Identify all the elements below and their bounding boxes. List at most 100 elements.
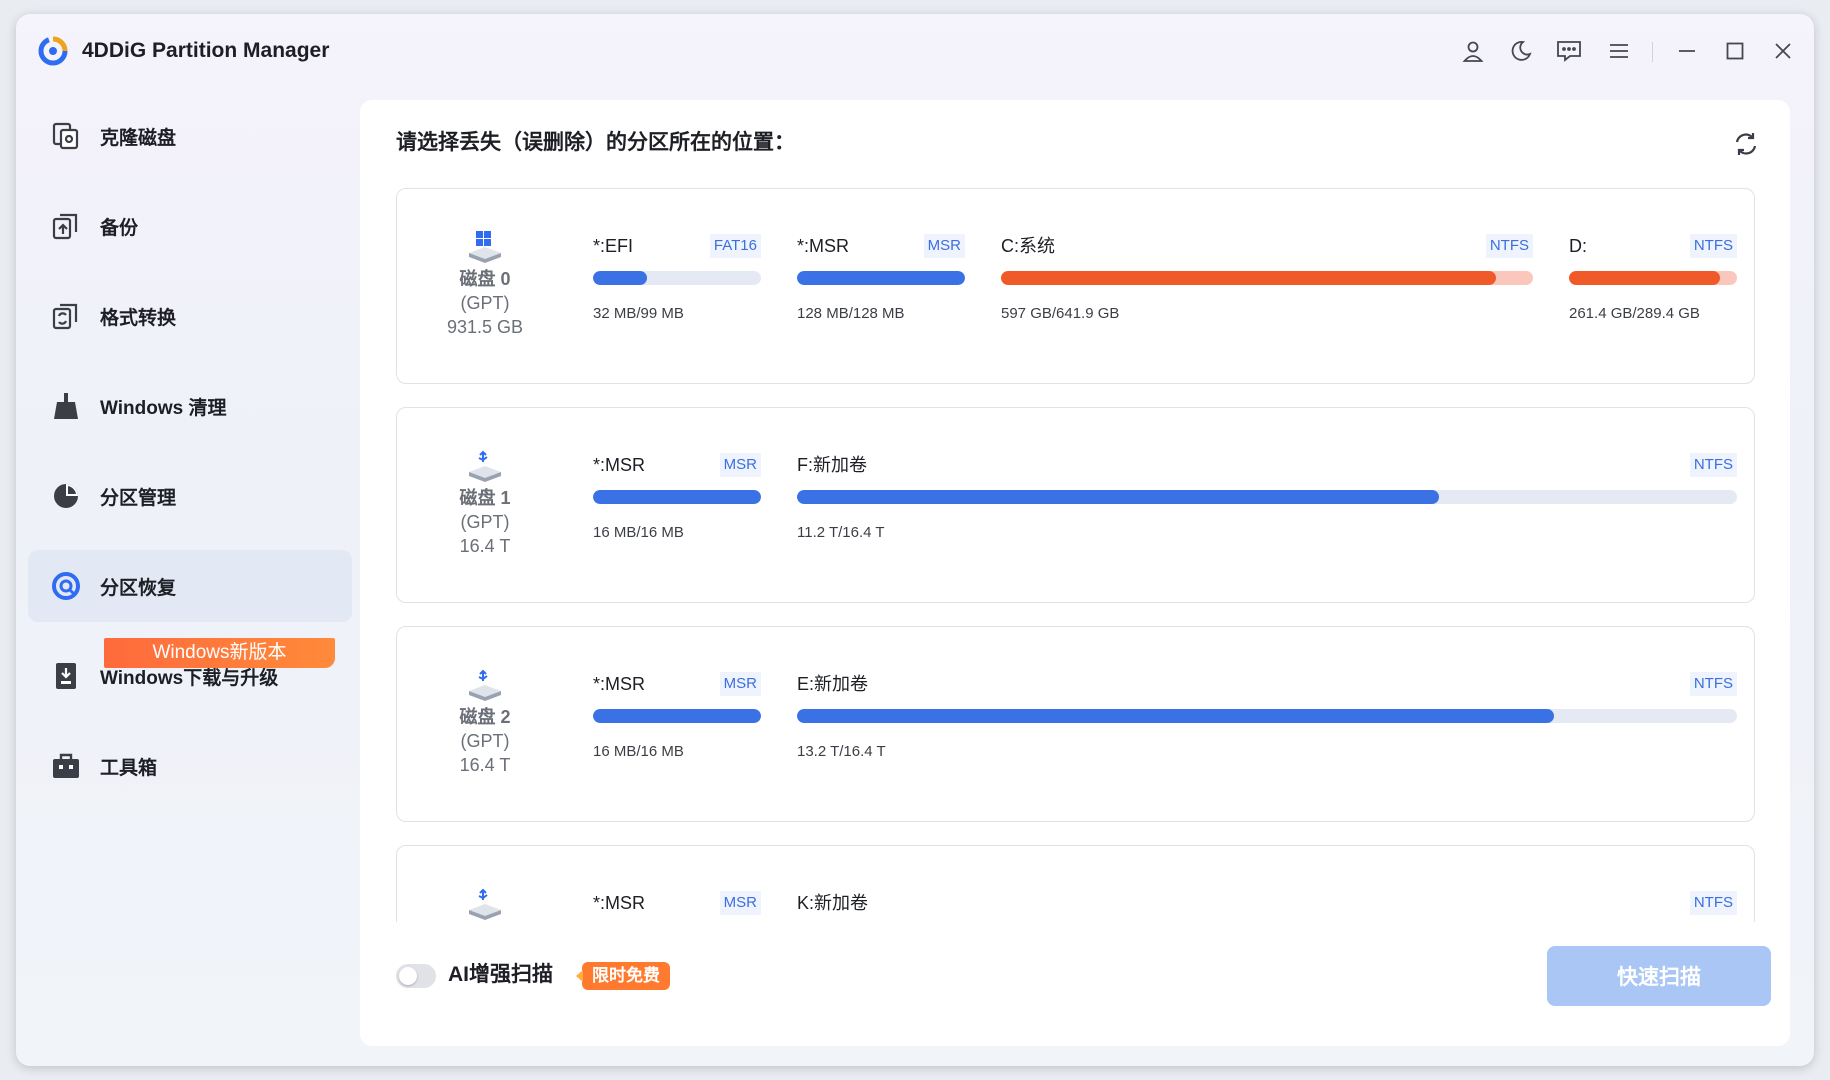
partition-name: E:新加卷 <box>797 674 869 694</box>
usage-bar <box>593 490 761 504</box>
usage-bar-fill <box>1569 271 1721 285</box>
sidebar: 克隆磁盘 备份 格式转换 Windows 清理 分区管理 分区恢复 Window… <box>28 100 352 820</box>
app-window: 4DDiG Partition Manager 克隆磁盘 备份 格式转换 Win… <box>16 14 1814 1066</box>
minimize-icon[interactable] <box>1672 36 1702 66</box>
disk-name: 磁盘 0 <box>459 269 511 289</box>
filesystem-badge: MSR <box>719 453 761 477</box>
filesystem-badge: NTFS <box>1485 234 1533 258</box>
partition-name: *:MSR <box>797 236 850 256</box>
usb-disk-icon <box>425 886 545 920</box>
usage-bar <box>1569 271 1737 285</box>
partition-recovery-icon <box>50 570 82 602</box>
refresh-icon[interactable] <box>1730 128 1762 160</box>
toolbox-icon <box>50 750 82 782</box>
broom-icon <box>50 390 82 422</box>
ai-scan-toggle[interactable] <box>396 964 436 988</box>
moon-icon[interactable] <box>1506 36 1536 66</box>
sidebar-item-windows-clean[interactable]: Windows 清理 <box>28 370 352 442</box>
sidebar-item-label: 分区管理 <box>100 487 177 509</box>
disk-card-0[interactable]: 磁盘 0 (GPT) 931.5 GB *:EFI FAT16 32 MB/99… <box>396 188 1755 384</box>
usage-bar <box>593 709 761 723</box>
partition-usage: 11.2 T/16.4 T <box>797 524 885 541</box>
backup-icon <box>50 210 82 242</box>
partition-usage: 16 MB/16 MB <box>593 524 684 541</box>
disk-size: 16.4 T <box>459 755 511 775</box>
disk-info: 磁盘 0 (GPT) 931.5 GB <box>425 229 545 339</box>
page-title: 请选择丢失（误删除）的分区所在的位置： <box>396 131 795 154</box>
filesystem-badge: MSR <box>719 891 761 915</box>
disk-size: 16.4 T <box>459 536 511 556</box>
maximize-icon[interactable] <box>1720 36 1750 66</box>
filesystem-badge: NTFS <box>1689 453 1737 477</box>
disk-name: 磁盘 1 <box>459 488 511 508</box>
usb-disk-icon <box>425 448 545 482</box>
sidebar-item-format-convert[interactable]: 格式转换 <box>28 280 352 352</box>
disk-size: 931.5 GB <box>446 317 524 337</box>
partition-name: D: <box>1569 236 1587 256</box>
menu-icon[interactable] <box>1604 36 1634 66</box>
partition-usage: 13.2 T/16.4 T <box>797 743 886 760</box>
usage-bar <box>797 271 965 285</box>
filesystem-badge: MSR <box>719 672 761 696</box>
sidebar-item-partition-manage[interactable]: 分区管理 <box>28 460 352 532</box>
partition-name: *:EFI <box>593 236 634 256</box>
disk-card-2[interactable]: 磁盘 2 (GPT) 16.4 T *:MSR MSR 16 MB/16 MB … <box>396 626 1755 822</box>
sidebar-item-label: 备份 <box>100 217 139 239</box>
app-logo-icon <box>38 36 68 66</box>
disk-scheme: (GPT) <box>460 731 510 751</box>
usage-bar-fill <box>797 709 1554 723</box>
pie-chart-icon <box>50 480 82 512</box>
usage-bar <box>1001 271 1533 285</box>
usage-bar <box>797 709 1737 723</box>
filesystem-badge: NTFS <box>1689 891 1737 915</box>
partition-name: *:MSR <box>593 674 646 694</box>
quick-scan-button[interactable]: 快速扫描 <box>1547 946 1771 1006</box>
usage-bar-fill <box>593 271 647 285</box>
partition-usage: 261.4 GB/289.4 GB <box>1569 305 1700 322</box>
partition-usage: 597 GB/641.9 GB <box>1001 305 1120 322</box>
windows-new-version-badge[interactable]: Windows新版本 <box>104 638 335 668</box>
disk-info <box>425 886 545 920</box>
partition-usage: 128 MB/128 MB <box>797 305 905 322</box>
usb-disk-icon <box>425 667 545 701</box>
filesystem-badge: NTFS <box>1689 672 1737 696</box>
sidebar-item-clone-disk[interactable]: 克隆磁盘 <box>28 100 352 172</box>
clone-disk-icon <box>50 120 82 152</box>
usage-bar-fill <box>797 271 965 285</box>
sidebar-item-toolbox[interactable]: 工具箱 <box>28 730 352 802</box>
format-convert-icon <box>50 300 82 332</box>
partition-name: C:系统 <box>1001 236 1055 256</box>
titlebar-separator <box>1652 42 1653 62</box>
disk-info: 磁盘 2 (GPT) 16.4 T <box>425 667 545 777</box>
partition-usage: 16 MB/16 MB <box>593 743 684 760</box>
usage-bar-fill <box>797 490 1440 504</box>
filesystem-badge: NTFS <box>1689 234 1737 258</box>
title-bar: 4DDiG Partition Manager <box>16 14 1814 86</box>
filesystem-badge: FAT16 <box>709 234 761 258</box>
filesystem-badge: MSR <box>923 234 965 258</box>
sidebar-item-label: 克隆磁盘 <box>100 127 177 149</box>
sidebar-item-partition-recovery[interactable]: 分区恢复 <box>28 550 352 622</box>
sidebar-item-backup[interactable]: 备份 <box>28 190 352 262</box>
partition-name: *:MSR <box>593 455 646 475</box>
disk-list: 磁盘 0 (GPT) 931.5 GB *:EFI FAT16 32 MB/99… <box>396 188 1755 922</box>
sidebar-item-label: 工具箱 <box>100 757 158 779</box>
disk-card-3[interactable]: *:MSR MSR K:新加卷 NTFS <box>396 845 1755 922</box>
main-panel: 请选择丢失（误删除）的分区所在的位置： 磁盘 0 (GPT) 931.5 GB … <box>360 100 1790 1046</box>
sidebar-item-label: Windows 清理 <box>100 397 227 419</box>
user-icon[interactable] <box>1458 36 1488 66</box>
windows-download-icon <box>50 660 82 692</box>
usage-bar <box>593 271 761 285</box>
feedback-icon[interactable] <box>1554 36 1584 66</box>
sidebar-item-label: 分区恢复 <box>100 577 177 599</box>
app-title: 4DDiG Partition Manager <box>82 39 330 62</box>
usage-bar-fill <box>593 490 761 504</box>
windows-disk-icon <box>425 229 545 263</box>
partition-name: F:新加卷 <box>797 455 867 475</box>
usage-bar-fill <box>1001 271 1496 285</box>
disk-scheme: (GPT) <box>460 512 510 532</box>
disk-card-1[interactable]: 磁盘 1 (GPT) 16.4 T *:MSR MSR 16 MB/16 MB … <box>396 407 1755 603</box>
usage-bar-fill <box>593 709 761 723</box>
disk-info: 磁盘 1 (GPT) 16.4 T <box>425 448 545 558</box>
close-icon[interactable] <box>1768 36 1798 66</box>
